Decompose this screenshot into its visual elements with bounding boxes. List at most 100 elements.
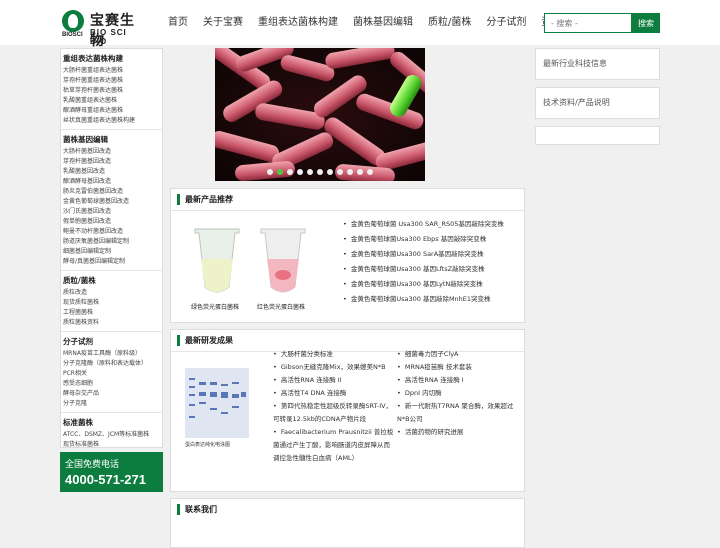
carousel-dot[interactable] — [337, 169, 343, 175]
sidebar-link[interactable]: 工程菌菌株 — [61, 308, 162, 318]
tech-docs-link[interactable]: 技术资料/产品说明 — [543, 97, 610, 108]
contact-panel: 联系我们 — [170, 498, 525, 548]
sidebar-link[interactable]: PCR相关 — [61, 369, 162, 379]
tech-docs-box[interactable]: 技术资料/产品说明 — [535, 87, 660, 119]
sidebar-link[interactable]: 分子克隆 — [61, 399, 162, 409]
product-link[interactable]: 金黄色葡萄球菌Usa300 Ebps 基因敲除突变株 — [343, 232, 504, 247]
logo[interactable]: 宝赛生物 BIO SCI BIO BIOSCI — [62, 10, 142, 49]
search-button[interactable]: 搜索 — [632, 13, 660, 33]
research-link[interactable]: Gibson无缝克隆Mix，效果媲美N*B — [273, 361, 395, 374]
gel-caption: 蛋白表达纯化电泳图 — [185, 441, 230, 448]
industry-news-link[interactable]: 最新行业科技信息 — [543, 58, 607, 69]
carousel-dot[interactable] — [287, 169, 293, 175]
research-list-right: 细菌毒力因子ClyAMRNA疫苗酶 技术套装高活性RNA 连接酶 IDpnI 内… — [397, 348, 519, 439]
industry-news-box[interactable]: 最新行业科技信息 — [535, 48, 660, 80]
nav-about[interactable]: 关于宝赛 — [203, 0, 243, 45]
research-link[interactable]: 高活性T4 DNA 连接酶 — [273, 387, 395, 400]
sidebar-link[interactable]: 芽孢杆菌基因改造 — [61, 157, 162, 167]
sidebar-link[interactable]: 大肠杆菌重组表达菌株 — [61, 66, 162, 76]
sidebar-link[interactable]: 细菌基因编辑定制 — [61, 247, 162, 257]
sidebar-group: 重组表达菌株构建 大肠杆菌重组表达菌株 芽孢杆菌重组表达菌株 枯草芽孢杆菌表达菌株 乳酸… — [61, 53, 162, 130]
sidebar-group-title[interactable]: 质粒/菌株 — [61, 275, 162, 286]
sidebar-link[interactable]: 芽孢杆菌重组表达菌株 — [61, 76, 162, 86]
logo-icon — [62, 10, 84, 32]
product-link[interactable]: 金黄色葡萄球菌 Usa300 SAR_RS05基因敲除突变株 — [343, 217, 504, 232]
sidebar-group-title[interactable]: 重组表达菌株构建 — [61, 53, 162, 64]
sidebar-group-title[interactable]: 标准菌株 — [61, 417, 162, 428]
sidebar-link[interactable]: 酵母/真菌基因编辑定制 — [61, 257, 162, 267]
research-panel: 最新研发成果 蛋白表达纯化电泳图 大肠杆菌分类标准Gibson无缝克隆Mix，效… — [170, 329, 525, 492]
research-link[interactable]: 新一代耐热T7RNA 聚合酶，效果超过N*B公司 — [397, 400, 519, 426]
product-link[interactable]: 金黄色葡萄球菌Usa300 基因LytN敲除突变株 — [343, 277, 504, 292]
contact-header: 联系我们 — [171, 499, 524, 521]
carousel-dot[interactable] — [297, 169, 303, 175]
sidebar-link[interactable]: ATCC、DSMZ、JCM等标准菌株 — [61, 430, 162, 440]
carousel-dot[interactable] — [267, 169, 273, 175]
sidebar-link[interactable]: 乳酸菌基因改造 — [61, 167, 162, 177]
search-input[interactable] — [544, 13, 632, 33]
sidebar-link[interactable]: 沙门氏菌基因改造 — [61, 207, 162, 217]
sidebar-link[interactable]: 质粒改造 — [61, 288, 162, 298]
product-link[interactable]: 金黄色葡萄球菌Usa300 基因LftsZ敲除突变株 — [343, 262, 504, 277]
nav-gene-editing[interactable]: 菌株基因编辑 — [353, 0, 413, 45]
products-list: 金黄色葡萄球菌 Usa300 SAR_RS05基因敲除突变株金黄色葡萄球菌Usa… — [343, 217, 504, 307]
heading-accent — [177, 504, 180, 515]
sidebar-link[interactable]: 酵母杂交产品 — [61, 389, 162, 399]
sidebar-link[interactable]: 鲍曼不动杆菌基因改造 — [61, 227, 162, 237]
sidebar-link[interactable]: 酿酒酵母基因改造 — [61, 177, 162, 187]
hotline-number[interactable]: 4000-571-271 — [65, 472, 146, 487]
carousel-dot[interactable] — [367, 169, 373, 175]
heading-accent — [177, 335, 180, 346]
research-link[interactable]: 高活性RNA 连接酶 I — [397, 374, 519, 387]
research-link[interactable]: Faecalibacterium Prausnitzii 普拉梭菌通过产生丁酸，… — [273, 426, 395, 465]
carousel-dot[interactable] — [347, 169, 353, 175]
nav-recombinant[interactable]: 重组表达菌株构建 — [258, 0, 338, 45]
sidebar-link[interactable]: 大肠杆菌基因改造 — [61, 147, 162, 157]
carousel-dot[interactable] — [327, 169, 333, 175]
carousel-dot[interactable] — [317, 169, 323, 175]
sidebar-link[interactable]: 丝状真菌重组表达菌株构建 — [61, 116, 162, 126]
products-panel: 最新产品推荐 绿色荧光蛋白菌株 红色荧光蛋白菌株 金黄色葡萄球菌 Usa300 … — [170, 188, 525, 323]
sidebar-link[interactable]: 现货质粒菌株 — [61, 298, 162, 308]
products-title: 最新产品推荐 — [185, 195, 233, 204]
nav-home[interactable]: 首页 — [168, 0, 188, 45]
sidebar-group-title[interactable]: 菌株基因编辑 — [61, 134, 162, 145]
sidebar-group: 分子试剂 MRNA疫苗工具酶（原料级） 分子克隆酶（原料和表达载体） PCR相关 感受态… — [61, 336, 162, 413]
research-link[interactable]: 高活性RNA 连接酶 II — [273, 374, 395, 387]
research-link[interactable]: 细菌毒力因子ClyA — [397, 348, 519, 361]
sidebar-link[interactable]: 肠炎克雷伯菌基因改造 — [61, 187, 162, 197]
sidebar-link[interactable]: MRNA疫苗工具酶（原料级） — [61, 349, 162, 359]
nav-reagents[interactable]: 分子试剂 — [486, 0, 526, 45]
products-header: 最新产品推荐 — [171, 189, 524, 211]
research-link[interactable]: 大肠杆菌分类标准 — [273, 348, 395, 361]
carousel-dots — [215, 169, 425, 175]
product-link[interactable]: 金黄色葡萄球菌Usa300 SarA基因敲除突变株 — [343, 247, 504, 262]
research-link[interactable]: 活菌药物的研究进展 — [397, 426, 519, 439]
nav-plasmid[interactable]: 质粒/菌株 — [428, 0, 471, 45]
research-link[interactable]: 第四代热稳定性超级反转录酶SRT-IV，可转录12.5kb的CDNA产物片段 — [273, 400, 395, 426]
tube-caption-right: 红色荧光蛋白菌株 — [257, 303, 305, 311]
sidebar-link[interactable]: 酿酒酵母重组表达菌株 — [61, 106, 162, 116]
sidebar-link[interactable]: 假单胞菌基因改造 — [61, 217, 162, 227]
product-link[interactable]: 金黄色葡萄球菌Usa300 基因敲除MnhE1突变株 — [343, 292, 504, 307]
header: 宝赛生物 BIO SCI BIO BIOSCI 首页 关于宝赛 重组表达菌株构建… — [0, 0, 720, 49]
contact-title: 联系我们 — [185, 505, 217, 514]
carousel-dot[interactable] — [357, 169, 363, 175]
sidebar-link[interactable]: 现货标准菌株 — [61, 440, 162, 450]
sidebar-link[interactable]: 感受态细胞 — [61, 379, 162, 389]
gel-electrophoresis-image: 蛋白表达纯化电泳图 — [185, 368, 249, 448]
research-link[interactable]: MRNA疫苗酶 技术套装 — [397, 361, 519, 374]
sidebar-link[interactable]: 肠道厌氧菌基因编辑定制 — [61, 237, 162, 247]
carousel-dot[interactable] — [277, 169, 283, 175]
sidebar-link[interactable]: 乳酸菌重组表达菌株 — [61, 96, 162, 106]
sidebar-link[interactable]: 质粒菌株资料 — [61, 318, 162, 328]
banner-carousel[interactable] — [215, 48, 425, 181]
carousel-dot[interactable] — [307, 169, 313, 175]
research-link[interactable]: DpnI 内切酶 — [397, 387, 519, 400]
sidebar-link[interactable]: 枯草芽孢杆菌表达菌株 — [61, 86, 162, 96]
sidebar-link[interactable]: 分子克隆酶（原料和表达载体） — [61, 359, 162, 369]
sidebar-group-title[interactable]: 分子试剂 — [61, 336, 162, 347]
hotline-label: 全国免费电话 — [65, 460, 120, 470]
sidebar-link[interactable]: 金黄色葡萄球菌基因改造 — [61, 197, 162, 207]
bacteria-image — [215, 48, 425, 181]
